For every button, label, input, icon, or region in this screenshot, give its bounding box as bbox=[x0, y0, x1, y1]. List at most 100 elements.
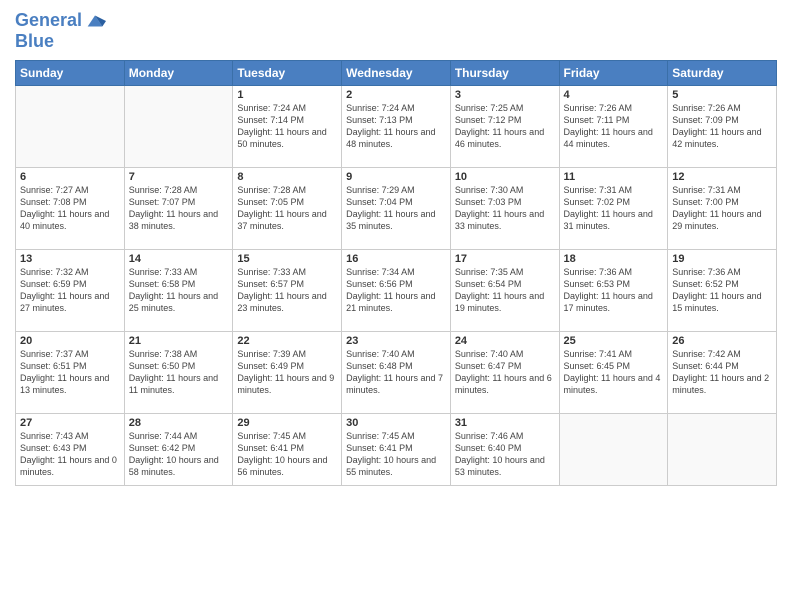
day-info: Sunrise: 7:39 AM Sunset: 6:49 PM Dayligh… bbox=[237, 348, 337, 397]
calendar-cell: 3Sunrise: 7:25 AM Sunset: 7:12 PM Daylig… bbox=[450, 85, 559, 167]
day-number: 17 bbox=[455, 253, 555, 265]
day-header-thursday: Thursday bbox=[450, 60, 559, 85]
day-info: Sunrise: 7:28 AM Sunset: 7:07 PM Dayligh… bbox=[129, 184, 229, 233]
day-info: Sunrise: 7:36 AM Sunset: 6:52 PM Dayligh… bbox=[672, 266, 772, 315]
day-number: 14 bbox=[129, 253, 229, 265]
header: General Blue bbox=[15, 10, 777, 52]
day-info: Sunrise: 7:42 AM Sunset: 6:44 PM Dayligh… bbox=[672, 348, 772, 397]
calendar-cell: 28Sunrise: 7:44 AM Sunset: 6:42 PM Dayli… bbox=[124, 413, 233, 485]
day-info: Sunrise: 7:31 AM Sunset: 7:00 PM Dayligh… bbox=[672, 184, 772, 233]
calendar-cell: 25Sunrise: 7:41 AM Sunset: 6:45 PM Dayli… bbox=[559, 331, 668, 413]
calendar-cell: 6Sunrise: 7:27 AM Sunset: 7:08 PM Daylig… bbox=[16, 167, 125, 249]
calendar-cell: 5Sunrise: 7:26 AM Sunset: 7:09 PM Daylig… bbox=[668, 85, 777, 167]
calendar-cell: 19Sunrise: 7:36 AM Sunset: 6:52 PM Dayli… bbox=[668, 249, 777, 331]
day-number: 5 bbox=[672, 89, 772, 101]
calendar-cell bbox=[16, 85, 125, 167]
day-info: Sunrise: 7:37 AM Sunset: 6:51 PM Dayligh… bbox=[20, 348, 120, 397]
calendar-cell: 1Sunrise: 7:24 AM Sunset: 7:14 PM Daylig… bbox=[233, 85, 342, 167]
day-number: 2 bbox=[346, 89, 446, 101]
logo-blue: Blue bbox=[15, 32, 106, 52]
calendar-cell: 7Sunrise: 7:28 AM Sunset: 7:07 PM Daylig… bbox=[124, 167, 233, 249]
day-number: 18 bbox=[564, 253, 664, 265]
day-info: Sunrise: 7:34 AM Sunset: 6:56 PM Dayligh… bbox=[346, 266, 446, 315]
week-row-1: 1Sunrise: 7:24 AM Sunset: 7:14 PM Daylig… bbox=[16, 85, 777, 167]
day-number: 1 bbox=[237, 89, 337, 101]
calendar-cell: 10Sunrise: 7:30 AM Sunset: 7:03 PM Dayli… bbox=[450, 167, 559, 249]
week-row-5: 27Sunrise: 7:43 AM Sunset: 6:43 PM Dayli… bbox=[16, 413, 777, 485]
day-info: Sunrise: 7:43 AM Sunset: 6:43 PM Dayligh… bbox=[20, 430, 120, 479]
day-header-sunday: Sunday bbox=[16, 60, 125, 85]
day-number: 28 bbox=[129, 417, 229, 429]
day-info: Sunrise: 7:45 AM Sunset: 6:41 PM Dayligh… bbox=[346, 430, 446, 479]
calendar-cell: 14Sunrise: 7:33 AM Sunset: 6:58 PM Dayli… bbox=[124, 249, 233, 331]
day-number: 11 bbox=[564, 171, 664, 183]
day-number: 13 bbox=[20, 253, 120, 265]
day-number: 23 bbox=[346, 335, 446, 347]
calendar-cell: 22Sunrise: 7:39 AM Sunset: 6:49 PM Dayli… bbox=[233, 331, 342, 413]
calendar-cell: 23Sunrise: 7:40 AM Sunset: 6:48 PM Dayli… bbox=[342, 331, 451, 413]
day-info: Sunrise: 7:24 AM Sunset: 7:13 PM Dayligh… bbox=[346, 102, 446, 151]
day-number: 21 bbox=[129, 335, 229, 347]
day-number: 4 bbox=[564, 89, 664, 101]
calendar-cell: 4Sunrise: 7:26 AM Sunset: 7:11 PM Daylig… bbox=[559, 85, 668, 167]
day-info: Sunrise: 7:28 AM Sunset: 7:05 PM Dayligh… bbox=[237, 184, 337, 233]
logo-text: General bbox=[15, 11, 82, 31]
day-number: 29 bbox=[237, 417, 337, 429]
day-number: 22 bbox=[237, 335, 337, 347]
days-header-row: SundayMondayTuesdayWednesdayThursdayFrid… bbox=[16, 60, 777, 85]
day-header-saturday: Saturday bbox=[668, 60, 777, 85]
calendar-cell bbox=[668, 413, 777, 485]
day-info: Sunrise: 7:40 AM Sunset: 6:48 PM Dayligh… bbox=[346, 348, 446, 397]
calendar-cell: 17Sunrise: 7:35 AM Sunset: 6:54 PM Dayli… bbox=[450, 249, 559, 331]
calendar-cell: 13Sunrise: 7:32 AM Sunset: 6:59 PM Dayli… bbox=[16, 249, 125, 331]
day-info: Sunrise: 7:33 AM Sunset: 6:58 PM Dayligh… bbox=[129, 266, 229, 315]
day-header-wednesday: Wednesday bbox=[342, 60, 451, 85]
week-row-4: 20Sunrise: 7:37 AM Sunset: 6:51 PM Dayli… bbox=[16, 331, 777, 413]
calendar-table: SundayMondayTuesdayWednesdayThursdayFrid… bbox=[15, 60, 777, 486]
day-info: Sunrise: 7:26 AM Sunset: 7:09 PM Dayligh… bbox=[672, 102, 772, 151]
week-row-3: 13Sunrise: 7:32 AM Sunset: 6:59 PM Dayli… bbox=[16, 249, 777, 331]
calendar-cell: 26Sunrise: 7:42 AM Sunset: 6:44 PM Dayli… bbox=[668, 331, 777, 413]
day-info: Sunrise: 7:38 AM Sunset: 6:50 PM Dayligh… bbox=[129, 348, 229, 397]
calendar-cell: 18Sunrise: 7:36 AM Sunset: 6:53 PM Dayli… bbox=[559, 249, 668, 331]
day-number: 10 bbox=[455, 171, 555, 183]
day-info: Sunrise: 7:32 AM Sunset: 6:59 PM Dayligh… bbox=[20, 266, 120, 315]
day-info: Sunrise: 7:24 AM Sunset: 7:14 PM Dayligh… bbox=[237, 102, 337, 151]
day-number: 9 bbox=[346, 171, 446, 183]
day-info: Sunrise: 7:27 AM Sunset: 7:08 PM Dayligh… bbox=[20, 184, 120, 233]
day-number: 31 bbox=[455, 417, 555, 429]
day-info: Sunrise: 7:29 AM Sunset: 7:04 PM Dayligh… bbox=[346, 184, 446, 233]
calendar-cell: 11Sunrise: 7:31 AM Sunset: 7:02 PM Dayli… bbox=[559, 167, 668, 249]
day-info: Sunrise: 7:30 AM Sunset: 7:03 PM Dayligh… bbox=[455, 184, 555, 233]
day-number: 12 bbox=[672, 171, 772, 183]
day-info: Sunrise: 7:25 AM Sunset: 7:12 PM Dayligh… bbox=[455, 102, 555, 151]
day-number: 27 bbox=[20, 417, 120, 429]
calendar-page: General Blue SundayMondayTuesdayWednesda… bbox=[0, 0, 792, 612]
day-info: Sunrise: 7:36 AM Sunset: 6:53 PM Dayligh… bbox=[564, 266, 664, 315]
calendar-cell: 9Sunrise: 7:29 AM Sunset: 7:04 PM Daylig… bbox=[342, 167, 451, 249]
day-number: 8 bbox=[237, 171, 337, 183]
day-info: Sunrise: 7:46 AM Sunset: 6:40 PM Dayligh… bbox=[455, 430, 555, 479]
day-number: 16 bbox=[346, 253, 446, 265]
day-info: Sunrise: 7:45 AM Sunset: 6:41 PM Dayligh… bbox=[237, 430, 337, 479]
calendar-cell bbox=[124, 85, 233, 167]
calendar-cell: 15Sunrise: 7:33 AM Sunset: 6:57 PM Dayli… bbox=[233, 249, 342, 331]
day-header-friday: Friday bbox=[559, 60, 668, 85]
calendar-cell: 20Sunrise: 7:37 AM Sunset: 6:51 PM Dayli… bbox=[16, 331, 125, 413]
calendar-cell: 30Sunrise: 7:45 AM Sunset: 6:41 PM Dayli… bbox=[342, 413, 451, 485]
calendar-cell: 12Sunrise: 7:31 AM Sunset: 7:00 PM Dayli… bbox=[668, 167, 777, 249]
day-header-monday: Monday bbox=[124, 60, 233, 85]
calendar-cell: 8Sunrise: 7:28 AM Sunset: 7:05 PM Daylig… bbox=[233, 167, 342, 249]
calendar-cell: 24Sunrise: 7:40 AM Sunset: 6:47 PM Dayli… bbox=[450, 331, 559, 413]
day-info: Sunrise: 7:40 AM Sunset: 6:47 PM Dayligh… bbox=[455, 348, 555, 397]
day-number: 26 bbox=[672, 335, 772, 347]
day-number: 3 bbox=[455, 89, 555, 101]
day-info: Sunrise: 7:35 AM Sunset: 6:54 PM Dayligh… bbox=[455, 266, 555, 315]
logo: General Blue bbox=[15, 10, 106, 52]
calendar-cell: 31Sunrise: 7:46 AM Sunset: 6:40 PM Dayli… bbox=[450, 413, 559, 485]
day-info: Sunrise: 7:41 AM Sunset: 6:45 PM Dayligh… bbox=[564, 348, 664, 397]
logo-icon bbox=[84, 10, 106, 32]
day-number: 24 bbox=[455, 335, 555, 347]
calendar-cell: 27Sunrise: 7:43 AM Sunset: 6:43 PM Dayli… bbox=[16, 413, 125, 485]
calendar-cell: 16Sunrise: 7:34 AM Sunset: 6:56 PM Dayli… bbox=[342, 249, 451, 331]
